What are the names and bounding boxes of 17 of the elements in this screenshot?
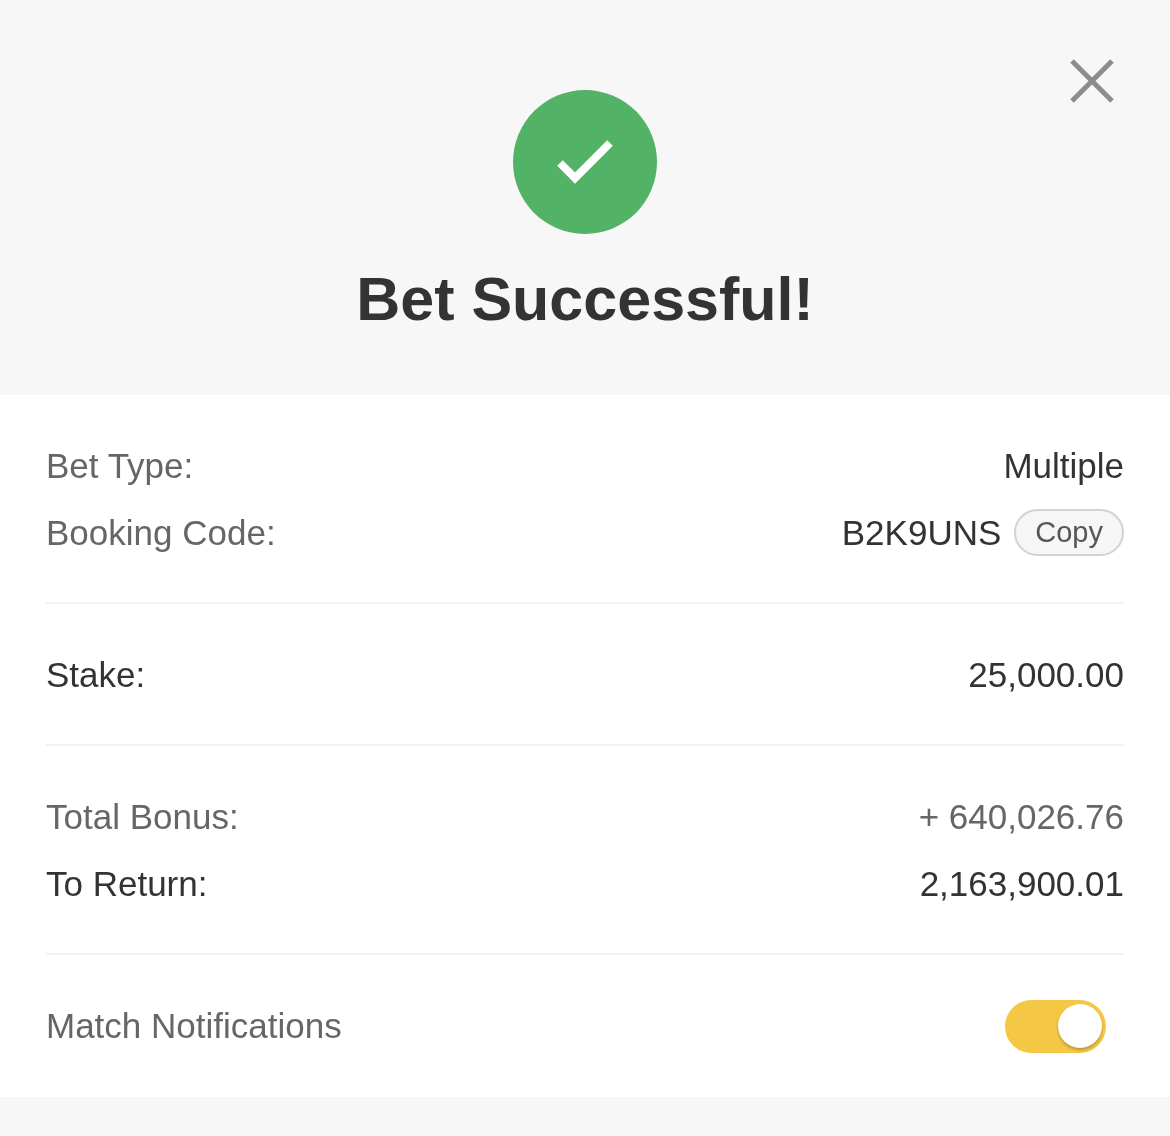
detail-value: 25,000.00 (968, 654, 1124, 695)
notifications-label: Match Notifications (46, 1006, 342, 1046)
detail-label: Bet Type: (46, 445, 194, 486)
detail-label: To Return: (46, 863, 208, 904)
detail-label: Booking Code: (46, 512, 276, 553)
notifications-toggle[interactable] (1005, 999, 1106, 1053)
close-icon (1070, 59, 1114, 103)
detail-value: + 640,026.76 (918, 796, 1124, 837)
detail-label: Total Bonus: (46, 796, 239, 837)
detail-value: 2,163,900.01 (919, 863, 1124, 904)
close-button[interactable] (1070, 59, 1114, 103)
copy-button[interactable]: Copy (1014, 509, 1124, 556)
success-check-icon (513, 90, 657, 234)
detail-value: B2K9UNS (841, 512, 1002, 553)
detail-value: Multiple (1003, 445, 1124, 486)
detail-label: Stake: (46, 654, 146, 695)
dialog-title: Bet Successful! (356, 269, 814, 330)
